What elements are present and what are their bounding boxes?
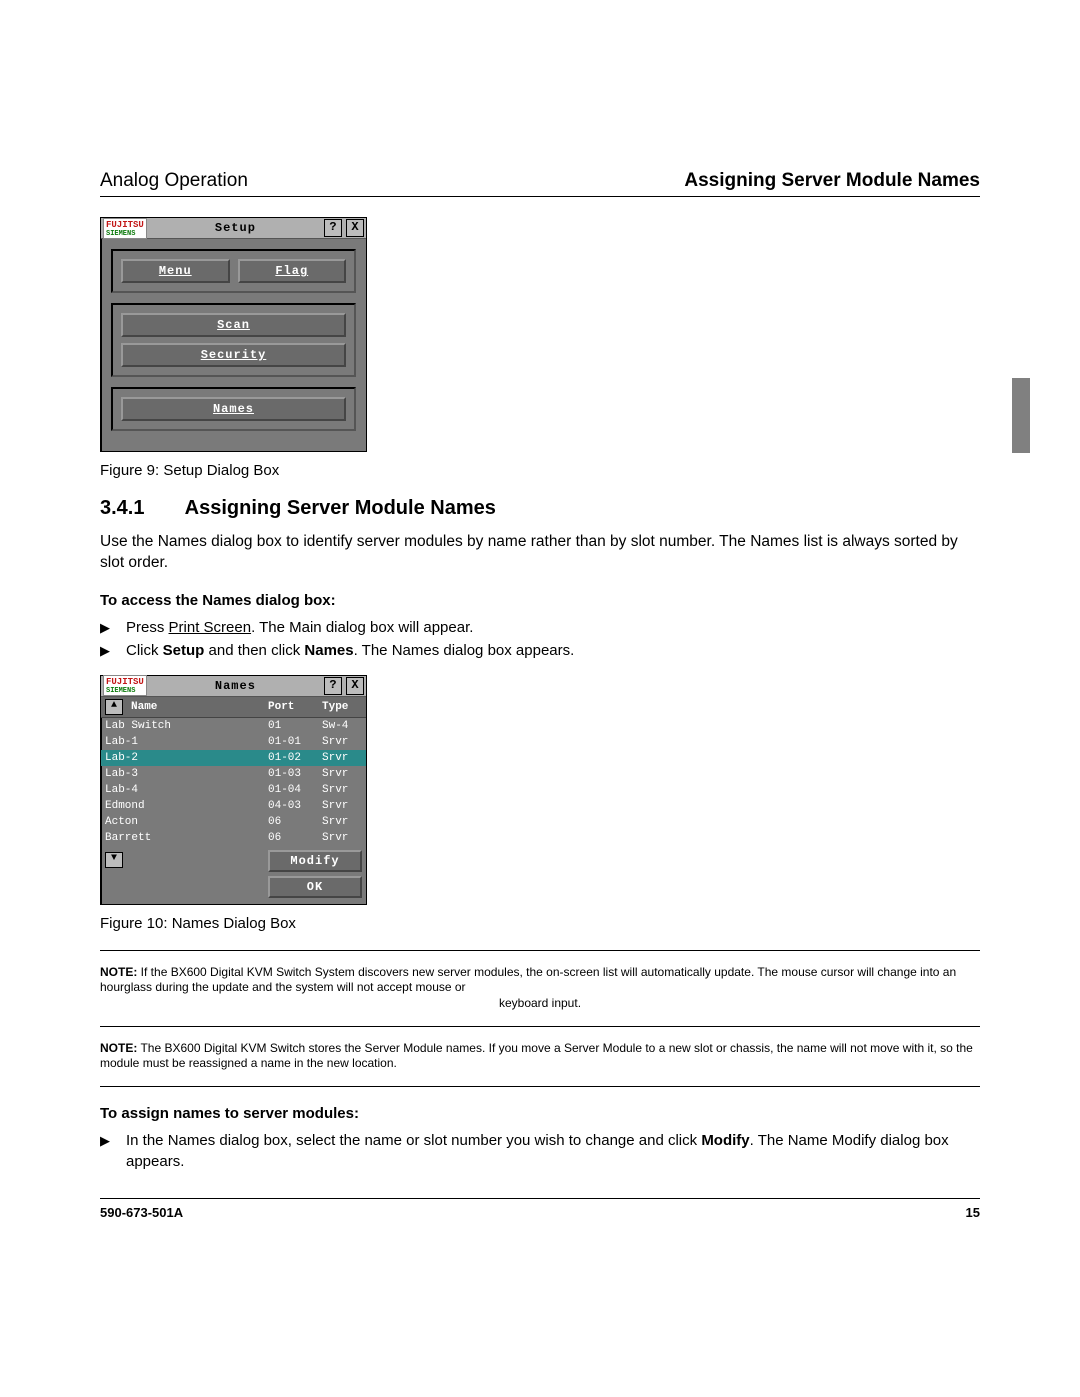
header-left: Analog Operation — [100, 170, 248, 192]
cell-name: Lab-3 — [101, 766, 264, 782]
setup-dialog: FUJITSU SIEMENS Setup ? X Menu Flag Scan… — [100, 217, 367, 452]
setup-panel-2: Scan Security — [111, 303, 356, 377]
security-button[interactable]: Security — [121, 343, 346, 367]
cell-name: Lab-4 — [101, 782, 264, 798]
access-steps: ▶ Press Print Screen. The Main dialog bo… — [100, 617, 980, 661]
names-title: Names — [151, 679, 320, 693]
intro-paragraph: Use the Names dialog box to identify ser… — [100, 532, 980, 574]
table-row[interactable]: Lab-201-02Srvr — [101, 750, 366, 766]
cell-type: Srvr — [318, 782, 366, 798]
help-icon[interactable]: ? — [324, 219, 342, 237]
cell-port: 01 — [264, 717, 318, 734]
cell-port: 01-04 — [264, 782, 318, 798]
cell-port: 06 — [264, 814, 318, 830]
cell-name: Edmond — [101, 798, 264, 814]
scroll-down-icon[interactable]: ▼ — [105, 852, 123, 868]
step-2-text: Click Setup and then click Names. The Na… — [126, 640, 574, 661]
names-button[interactable]: Names — [121, 397, 346, 421]
cell-type: Srvr — [318, 734, 366, 750]
cell-name: Lab Switch — [101, 717, 264, 734]
assign-steps: ▶ In the Names dialog box, select the na… — [100, 1130, 980, 1172]
section-number: 3.4.1 — [100, 497, 144, 519]
menu-button[interactable]: Menu — [121, 259, 230, 283]
fujitsu-logo: FUJITSU SIEMENS — [103, 218, 147, 239]
page-footer: 590-673-501A 15 — [100, 1198, 980, 1220]
setup-panel-3: Names — [111, 387, 356, 431]
subhead-access: To access the Names dialog box: — [100, 592, 980, 609]
close-icon[interactable]: X — [346, 677, 364, 695]
step-1: ▶ Press Print Screen. The Main dialog bo… — [100, 617, 980, 638]
cell-port: 01-01 — [264, 734, 318, 750]
bullet-arrow-icon: ▶ — [100, 617, 114, 637]
page-header: Analog Operation Assigning Server Module… — [100, 170, 980, 197]
cell-type: Srvr — [318, 750, 366, 766]
setup-panel-1: Menu Flag — [111, 249, 356, 293]
cell-type: Srvr — [318, 830, 366, 846]
setup-titlebar: FUJITSU SIEMENS Setup ? X — [101, 218, 366, 239]
thumb-tab — [1012, 378, 1030, 453]
note-label: NOTE: — [100, 965, 137, 979]
section-heading: 3.4.1 Assigning Server Module Names — [100, 497, 980, 520]
print-screen-link: Print Screen — [169, 619, 252, 636]
bullet-arrow-icon: ▶ — [100, 1130, 114, 1150]
cell-port: 01-02 — [264, 750, 318, 766]
col-port[interactable]: Port — [264, 697, 318, 718]
step-2: ▶ Click Setup and then click Names. The … — [100, 640, 980, 661]
cell-name: Lab-2 — [101, 750, 264, 766]
table-row[interactable]: Lab-301-03Srvr — [101, 766, 366, 782]
table-row[interactable]: Lab-401-04Srvr — [101, 782, 366, 798]
page-number: 15 — [966, 1205, 980, 1220]
note-label: NOTE: — [100, 1041, 137, 1055]
separator — [100, 950, 980, 951]
table-row[interactable]: Acton06Srvr — [101, 814, 366, 830]
setup-title: Setup — [151, 221, 320, 235]
flag-button[interactable]: Flag — [238, 259, 347, 283]
close-icon[interactable]: X — [346, 219, 364, 237]
col-name[interactable]: Name — [127, 697, 264, 718]
cell-name: Acton — [101, 814, 264, 830]
cell-type: Srvr — [318, 766, 366, 782]
figure9-caption: Figure 9: Setup Dialog Box — [100, 462, 980, 479]
cell-port: 06 — [264, 830, 318, 846]
fujitsu-logo: FUJITSU SIEMENS — [103, 675, 147, 696]
help-icon[interactable]: ? — [324, 677, 342, 695]
logo-bottom: SIEMENS — [106, 688, 144, 695]
table-row[interactable]: Barrett06Srvr — [101, 830, 366, 846]
names-table: ▲ Name Port Type Lab Switch01Sw-4Lab-101… — [101, 697, 366, 846]
table-row[interactable]: Lab Switch01Sw-4 — [101, 717, 366, 734]
logo-bottom: SIEMENS — [106, 231, 144, 238]
names-titlebar: FUJITSU SIEMENS Names ? X — [101, 676, 366, 697]
figure10-caption: Figure 10: Names Dialog Box — [100, 915, 980, 932]
table-row[interactable]: Edmond04-03Srvr — [101, 798, 366, 814]
cell-port: 04-03 — [264, 798, 318, 814]
separator — [100, 1086, 980, 1087]
cell-type: Sw-4 — [318, 717, 366, 734]
header-right: Assigning Server Module Names — [684, 170, 980, 192]
names-dialog: FUJITSU SIEMENS Names ? X ▲ Name Port Ty… — [100, 675, 367, 905]
scroll-up-icon[interactable]: ▲ — [105, 699, 123, 715]
logo-top: FUJITSU — [106, 677, 144, 687]
assign-step-1: ▶ In the Names dialog box, select the na… — [100, 1130, 980, 1172]
table-row[interactable]: Lab-101-01Srvr — [101, 734, 366, 750]
col-type[interactable]: Type — [318, 697, 366, 718]
subhead-assign: To assign names to server modules: — [100, 1105, 980, 1122]
assign-step-1-text: In the Names dialog box, select the name… — [126, 1130, 980, 1172]
cell-name: Lab-1 — [101, 734, 264, 750]
doc-number: 590-673-501A — [100, 1205, 183, 1220]
cell-type: Srvr — [318, 814, 366, 830]
note-1: NOTE: If the BX600 Digital KVM Switch Sy… — [100, 965, 980, 1012]
step-1-text: Press Print Screen. The Main dialog box … — [126, 617, 473, 638]
ok-button[interactable]: OK — [268, 876, 362, 898]
note-2: NOTE: The BX600 Digital KVM Switch store… — [100, 1041, 980, 1072]
scan-button[interactable]: Scan — [121, 313, 346, 337]
cell-type: Srvr — [318, 798, 366, 814]
bullet-arrow-icon: ▶ — [100, 640, 114, 660]
cell-port: 01-03 — [264, 766, 318, 782]
logo-top: FUJITSU — [106, 220, 144, 230]
section-title: Assigning Server Module Names — [185, 497, 496, 519]
separator — [100, 1026, 980, 1027]
cell-name: Barrett — [101, 830, 264, 846]
modify-button[interactable]: Modify — [268, 850, 362, 872]
